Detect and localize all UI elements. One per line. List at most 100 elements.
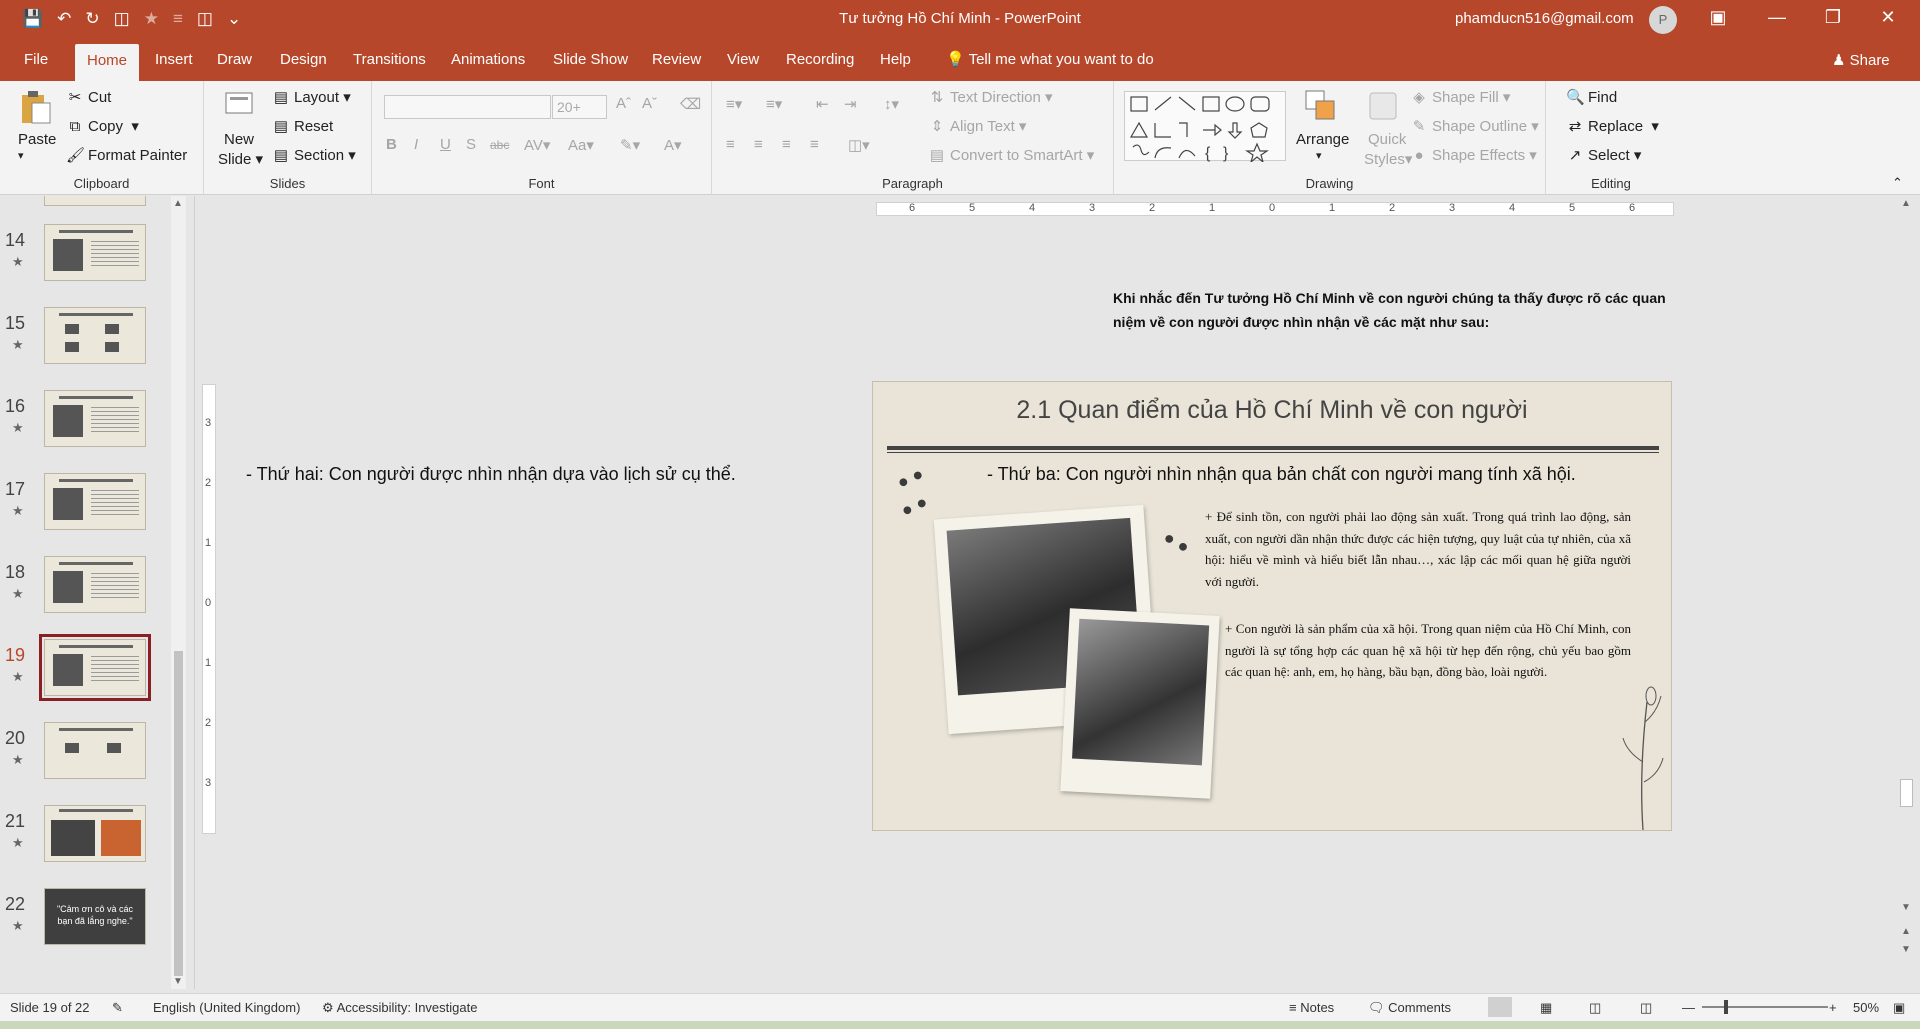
slide-preview[interactable]: "Cảm ơn cô và các bạn đã lắng nghe."	[44, 888, 146, 945]
tab-home[interactable]: Home	[75, 44, 140, 81]
zoom-slider[interactable]	[1702, 1006, 1828, 1008]
zoom-in-icon[interactable]: +	[1829, 1000, 1837, 1015]
editing-group-label: Editing	[1591, 176, 1631, 191]
slide-preview[interactable]	[44, 390, 146, 447]
replace-button[interactable]: ⇄ Replace ▾	[1566, 117, 1659, 135]
slide-thumb-19[interactable]: 19 ★	[0, 634, 180, 705]
section-button[interactable]: ▤ Section ▾	[272, 146, 356, 164]
slide-preview[interactable]	[44, 556, 146, 613]
comments-button[interactable]: 🗨 Comments	[1368, 1000, 1451, 1016]
slide-thumb-20[interactable]: 20 ★	[0, 722, 180, 788]
normal-view-button[interactable]	[1488, 997, 1512, 1017]
slideshow-view-icon[interactable]: ◫	[1640, 1000, 1652, 1016]
arrange-button[interactable]: Arrange	[1296, 131, 1349, 148]
slide-paragraph-2[interactable]: + Con người là sản phẩm của xã hội. Tron…	[1225, 618, 1631, 683]
scroll-down-icon[interactable]: ▼	[1901, 902, 1911, 913]
notes-button[interactable]: ≡ Notes	[1289, 1000, 1334, 1015]
tab-animations[interactable]: Animations	[451, 51, 525, 68]
tell-me-search[interactable]: 💡 Tell me what you want to do	[946, 50, 1154, 68]
tab-recording[interactable]: Recording	[786, 51, 854, 68]
font-name-box[interactable]	[384, 95, 551, 119]
slide-preview[interactable]	[44, 805, 146, 862]
offslide-note-textbox[interactable]: - Thứ hai: Con người được nhìn nhận dựa …	[246, 464, 736, 485]
slide-preview[interactable]	[44, 473, 146, 530]
reading-view-icon[interactable]: ◫	[1589, 1000, 1601, 1016]
tab-view[interactable]: View	[727, 51, 759, 68]
slide-canvas[interactable]: 6 5 4 3 2 1 0 1 2 3 4 5 6 3 2 1 0 1 2 3 …	[196, 196, 1905, 989]
select-button[interactable]: ↗ Select ▾	[1566, 146, 1642, 164]
new-slide-label-2[interactable]: Slide ▾	[218, 150, 263, 168]
tab-draw[interactable]: Draw	[217, 51, 252, 68]
slide-thumb-17[interactable]: 17 ★	[0, 473, 180, 539]
zoom-slider-handle[interactable]	[1724, 1000, 1728, 1014]
accessibility-status[interactable]: ⚙ Accessibility: Investigate	[322, 1000, 477, 1016]
slide-thumb-14[interactable]: 14 ★	[0, 224, 180, 290]
avatar[interactable]: P	[1649, 6, 1677, 34]
slide-preview[interactable]	[44, 224, 146, 281]
tab-transitions[interactable]: Transitions	[353, 51, 426, 68]
previous-slide-icon[interactable]: ▲	[1901, 926, 1911, 937]
new-slide-icon[interactable]	[222, 89, 256, 125]
current-slide[interactable]: 2.1 Quan điểm của Hồ Chí Minh về con ngư…	[872, 381, 1672, 831]
canvas-scrollbar[interactable]: ▲ ▼ ▲ ▼	[1893, 196, 1920, 989]
slide-preview[interactable]	[44, 307, 146, 364]
thumbnail-scrollbar[interactable]: ▲ ▼	[171, 196, 186, 989]
tab-design[interactable]: Design	[280, 51, 327, 68]
slide-number: 19	[5, 645, 26, 665]
account-email[interactable]: phamducn516@gmail.com	[1455, 10, 1634, 27]
scroll-down-icon[interactable]: ▼	[173, 976, 183, 987]
slide-thumb-22[interactable]: 22 ★ "Cảm ơn cô và các bạn đã lắng nghe.…	[0, 888, 180, 954]
slide-thumb-15[interactable]: 15 ★	[0, 307, 180, 373]
shape-outline-button: ✎ Shape Outline ▾	[1410, 117, 1539, 135]
language-indicator[interactable]: English (United Kingdom)	[153, 1000, 300, 1015]
zoom-out-icon[interactable]: —	[1682, 1000, 1695, 1015]
collapse-ribbon-icon[interactable]: ⌃	[1892, 175, 1903, 191]
historical-photo-2[interactable]	[1060, 608, 1220, 799]
arrange-dropdown-icon[interactable]: ▾	[1316, 149, 1322, 162]
spell-check-icon[interactable]: ✎	[112, 1000, 123, 1016]
tab-insert[interactable]: Insert	[155, 51, 193, 68]
new-slide-label-1[interactable]: New	[224, 131, 254, 148]
slide-preview[interactable]	[44, 722, 146, 779]
slide-sorter-icon[interactable]: ▦	[1540, 1000, 1552, 1016]
cut-button[interactable]: ✂ Cut	[66, 88, 112, 106]
reset-button[interactable]: ▤ Reset	[272, 117, 333, 135]
intro-textbox[interactable]: Khi nhắc đến Tư tưởng Hồ Chí Minh về con…	[1113, 286, 1673, 334]
copy-button[interactable]: ⧉ Copy ▾	[66, 117, 139, 135]
fit-slide-icon[interactable]: ▣	[1893, 1000, 1905, 1016]
scroll-thumb[interactable]	[1900, 779, 1913, 807]
tab-slide-show[interactable]: Slide Show	[553, 51, 628, 68]
slide-thumb-16[interactable]: 16 ★	[0, 390, 180, 456]
restore-icon[interactable]: ❐	[1818, 7, 1848, 28]
scroll-thumb[interactable]	[174, 651, 183, 976]
slide-preview-selected[interactable]	[39, 634, 151, 701]
arrange-icon[interactable]	[1304, 89, 1338, 125]
slide-subheading[interactable]: - Thứ ba: Con người nhìn nhận qua bản ch…	[987, 464, 1576, 485]
shapes-gallery[interactable]: {}	[1124, 91, 1286, 164]
photo-image	[1072, 618, 1210, 766]
close-icon[interactable]: ✕	[1873, 7, 1903, 28]
slide-thumb-21[interactable]: 21 ★	[0, 805, 180, 871]
ribbon-display-icon[interactable]: ▣	[1703, 7, 1733, 28]
tab-review[interactable]: Review	[652, 51, 701, 68]
font-size-box[interactable]: 20+	[552, 95, 607, 119]
slide-paragraph-1[interactable]: + Để sinh tồn, con người phải lao động s…	[1205, 506, 1631, 592]
scroll-up-icon[interactable]: ▲	[1901, 198, 1911, 209]
paste-icon[interactable]	[18, 89, 52, 125]
share-button[interactable]: ♟ Share	[1832, 51, 1890, 69]
find-button[interactable]: 🔍 Find	[1566, 88, 1617, 106]
align-text-label: Align Text	[950, 118, 1015, 135]
minimize-icon[interactable]: —	[1762, 7, 1792, 28]
ruler-tick: 0	[1269, 202, 1276, 214]
format-painter-button[interactable]: 🖌 Format Painter	[66, 146, 187, 164]
next-slide-icon[interactable]: ▼	[1901, 944, 1911, 955]
scroll-up-icon[interactable]: ▲	[173, 198, 183, 209]
tab-help[interactable]: Help	[880, 51, 911, 68]
zoom-level[interactable]: 50%	[1853, 1000, 1879, 1015]
paste-button[interactable]: Paste	[18, 131, 56, 148]
tab-file[interactable]: File	[24, 51, 48, 68]
layout-button[interactable]: ▤ Layout ▾	[272, 88, 351, 106]
slide-thumb-18[interactable]: 18 ★	[0, 556, 180, 622]
slide-title[interactable]: 2.1 Quan điểm của Hồ Chí Minh về con ngư…	[873, 396, 1671, 425]
paste-dropdown-icon[interactable]: ▾	[18, 149, 24, 162]
